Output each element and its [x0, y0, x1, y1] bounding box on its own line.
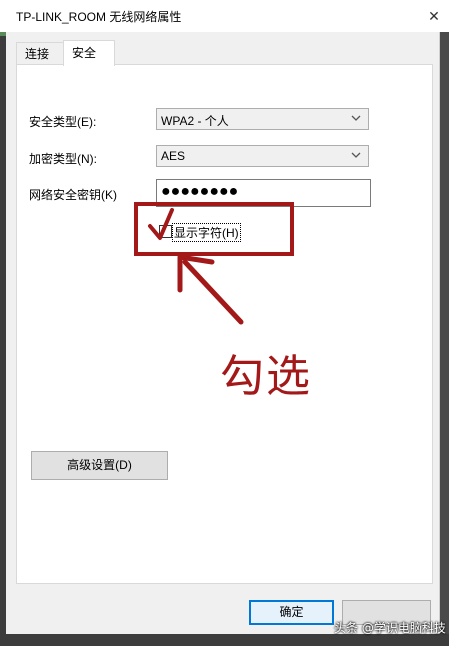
tab-security[interactable]: 安全: [63, 40, 115, 66]
watermark-text: 头条 @学识电脑科技: [334, 621, 446, 635]
arrow-icon: [177, 254, 244, 325]
check-mark-icon: [148, 208, 174, 240]
highlight-box: [134, 202, 294, 256]
annotation-overlay: [134, 202, 294, 325]
annotation-text: 勾选: [220, 351, 312, 402]
